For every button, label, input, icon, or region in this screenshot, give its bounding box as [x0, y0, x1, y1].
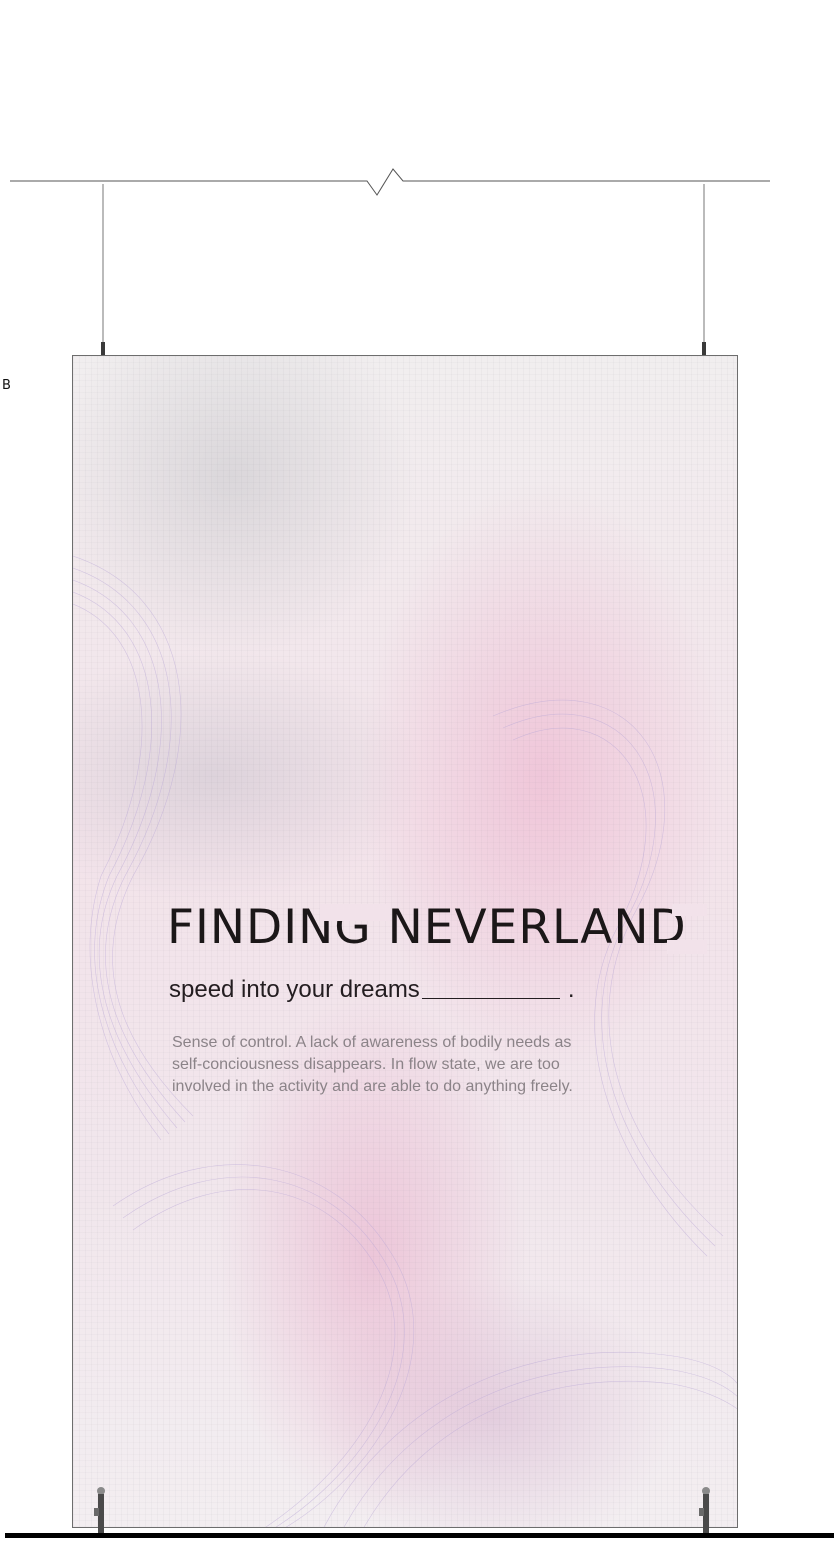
- poster-tagline: speed into your dreams.: [169, 976, 574, 1004]
- right-floor-stand-icon: [699, 1487, 710, 1534]
- tagline-suffix: .: [567, 976, 575, 1003]
- ceiling-break-line: [10, 168, 770, 196]
- tagline-text: speed into your dreams: [169, 976, 420, 1003]
- title-cutout: [320, 904, 390, 921]
- section-marker: B: [2, 378, 11, 393]
- title-cutout: [667, 940, 707, 954]
- tagline-blank-rule: [421, 998, 560, 999]
- poster-title: FINDING NEVERLAND: [167, 904, 707, 954]
- poster-panel: FINDING NEVERLAND speed into your dreams…: [72, 355, 738, 1528]
- floor-line: [5, 1533, 834, 1538]
- poster-body-text: Sense of control. A lack of awareness of…: [172, 1034, 573, 1095]
- title-cutout: [672, 904, 707, 916]
- left-floor-stand-icon: [94, 1487, 105, 1534]
